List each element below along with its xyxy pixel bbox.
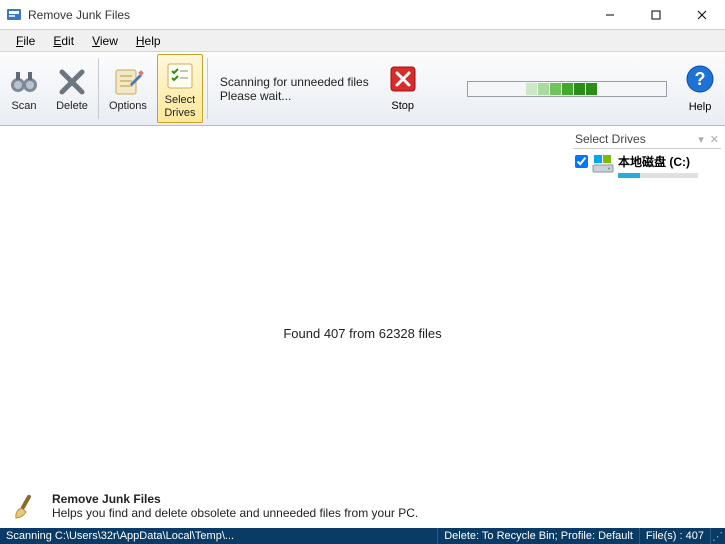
app-icon <box>6 7 22 23</box>
checklist-icon <box>164 60 196 92</box>
pin-icon[interactable]: ▾ <box>698 133 704 146</box>
select-drives-label: Select Drives <box>164 94 195 118</box>
progress-wrap <box>467 52 675 125</box>
help-button[interactable]: ? Help <box>675 52 725 125</box>
scan-status-line1: Scanning for unneeded files <box>220 75 369 89</box>
stop-label: Stop <box>391 100 414 112</box>
svg-text:?: ? <box>695 69 706 89</box>
drives-panel-title: Select Drives <box>575 132 646 146</box>
scan-button[interactable]: Scan <box>0 52 48 125</box>
delete-x-icon <box>56 66 88 98</box>
drive-checkbox[interactable] <box>575 155 588 168</box>
options-icon <box>112 66 144 98</box>
menu-help[interactable]: Help <box>128 32 169 50</box>
found-text: Found 407 from 62328 files <box>0 326 725 341</box>
footer-title: Remove Junk Files <box>52 492 418 506</box>
menu-edit[interactable]: Edit <box>45 32 82 50</box>
menu-file[interactable]: File <box>8 32 43 50</box>
window-title: Remove Junk Files <box>28 8 587 22</box>
drive-usage-bar <box>618 173 698 178</box>
status-scanning: Scanning C:\Users\32r\AppData\Local\Temp… <box>0 528 438 544</box>
drive-icon <box>592 153 614 175</box>
options-label: Options <box>109 100 147 112</box>
drive-item[interactable]: 本地磁盘 (C:) <box>573 149 721 182</box>
scan-status-line2: Please wait... <box>220 89 369 103</box>
progress-bar <box>467 81 667 97</box>
window-controls <box>587 0 725 29</box>
select-drives-panel: Select Drives ▾ ✕ 本地磁盘 (C:) <box>573 132 721 182</box>
title-bar: Remove Junk Files <box>0 0 725 30</box>
toolbar-separator <box>207 58 208 119</box>
menu-view[interactable]: View <box>84 32 126 50</box>
close-button[interactable] <box>679 0 725 29</box>
delete-label: Delete <box>56 100 88 112</box>
delete-button[interactable]: Delete <box>48 52 96 125</box>
help-label: Help <box>689 101 712 113</box>
resize-grip[interactable]: ⋰ <box>711 530 725 543</box>
select-drives-button[interactable]: Select Drives <box>157 54 203 123</box>
toolbar-separator <box>98 58 99 119</box>
drives-panel-header: Select Drives ▾ ✕ <box>573 132 721 149</box>
stop-button[interactable]: Stop <box>379 52 427 125</box>
status-delete-mode: Delete: To Recycle Bin; Profile: Default <box>438 528 640 544</box>
main-area: Found 407 from 62328 files Select Drives… <box>0 126 725 484</box>
drive-label: 本地磁盘 (C:) <box>618 153 698 170</box>
toolbar: Scan Delete Options Select Drives Scanni… <box>0 52 725 126</box>
options-button[interactable]: Options <box>101 52 155 125</box>
scan-label: Scan <box>11 100 36 112</box>
brush-icon <box>10 490 42 522</box>
status-bar: Scanning C:\Users\32r\AppData\Local\Temp… <box>0 528 725 544</box>
status-file-count: File(s) : 407 <box>640 528 711 544</box>
footer-subtitle: Helps you find and delete obsolete and u… <box>52 506 418 520</box>
help-icon: ? <box>685 64 715 99</box>
minimize-button[interactable] <box>587 0 633 29</box>
binoculars-icon <box>8 66 40 98</box>
maximize-button[interactable] <box>633 0 679 29</box>
menu-bar: File Edit View Help <box>0 30 725 52</box>
footer-description: Remove Junk Files Helps you find and del… <box>0 484 725 528</box>
stop-icon <box>389 65 417 98</box>
close-panel-icon[interactable]: ✕ <box>710 133 719 146</box>
scan-status: Scanning for unneeded files Please wait.… <box>210 52 379 125</box>
